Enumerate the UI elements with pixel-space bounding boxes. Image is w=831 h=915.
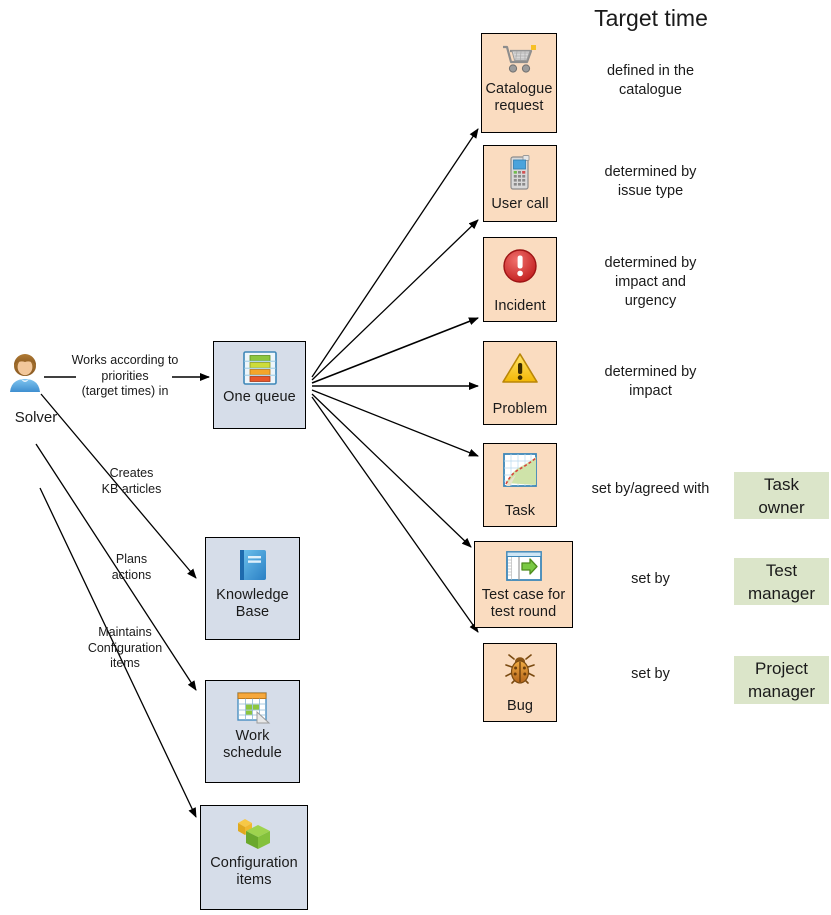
user-avatar-icon	[8, 352, 42, 392]
node-label: Catalogue request	[485, 81, 553, 114]
node-one-queue[interactable]: One queue	[213, 341, 306, 429]
diagram-canvas: Solver Works according to priorities (ta…	[0, 0, 831, 915]
node-label: Task	[504, 503, 536, 519]
node-work-schedule[interactable]: Work schedule	[205, 680, 300, 783]
edge-label-maintains-configuration-items: Maintains Configuration items	[87, 625, 163, 670]
calendar-icon	[235, 690, 271, 724]
rule-test-case: set by	[631, 571, 670, 587]
mobile-phone-icon	[507, 155, 533, 191]
yellow-warning-triangle-icon	[501, 351, 539, 385]
node-label: Work schedule	[223, 728, 282, 761]
cubes-icon	[234, 815, 274, 851]
node-user-call[interactable]: User call	[483, 145, 557, 222]
rule-task: set by/agreed with	[591, 481, 710, 497]
node-label: Problem	[492, 401, 548, 417]
arrow-one-queue-to-task	[311, 389, 479, 457]
node-knowledge-base[interactable]: Knowledge Base	[205, 537, 300, 640]
role-label: Test manager	[747, 560, 816, 603]
rule-bug: set by	[631, 666, 670, 682]
bug-icon	[503, 653, 537, 685]
edge-label-works-according-to: Works according to priorities (target ti…	[71, 353, 179, 398]
rule-incident: determined by impact and urgency	[604, 255, 697, 309]
rule-problem: determined by impact	[604, 364, 697, 399]
arrow-one-queue-to-user-call	[311, 219, 479, 381]
node-incident[interactable]: Incident	[483, 237, 557, 322]
queue-stack-icon	[242, 351, 277, 385]
role-task-owner[interactable]: Task owner	[734, 472, 829, 519]
node-label: Test case for test round	[481, 587, 566, 620]
red-exclamation-icon	[501, 247, 539, 285]
node-task[interactable]: Task	[483, 443, 557, 527]
map-task-icon	[503, 453, 537, 487]
book-icon	[235, 547, 271, 583]
node-label: Knowledge Base	[216, 587, 289, 620]
arrow-one-queue-to-test-case	[311, 393, 472, 548]
actor-label: Solver	[14, 409, 58, 426]
arrow-one-queue-to-catalogue-request	[311, 128, 479, 378]
node-label: One queue	[223, 389, 296, 405]
node-label: User call	[491, 196, 549, 212]
arrow-one-queue-to-bug	[311, 396, 479, 633]
arrow-one-queue-to-incident	[311, 317, 479, 384]
node-configuration-items[interactable]: Configuration items	[200, 805, 308, 910]
node-label: Bug	[506, 698, 534, 714]
node-label: Incident	[494, 298, 546, 314]
role-test-manager[interactable]: Test manager	[734, 558, 829, 605]
role-label: Task owner	[758, 474, 805, 517]
node-problem[interactable]: Problem	[483, 341, 557, 425]
node-test-case[interactable]: Test case for test round	[474, 541, 573, 628]
node-label: Configuration items	[210, 855, 298, 888]
page-title: Target time	[594, 5, 708, 31]
rule-user-call: determined by issue type	[604, 164, 697, 199]
edge-label-creates-kb-articles: Creates KB articles	[101, 466, 162, 496]
rule-catalogue-request: defined in the catalogue	[606, 63, 695, 98]
node-bug[interactable]: Bug	[483, 643, 557, 722]
test-run-icon	[505, 551, 542, 583]
role-project-manager[interactable]: Project manager	[734, 656, 829, 704]
role-label: Project manager	[747, 659, 816, 701]
node-catalogue-request[interactable]: Catalogue request	[481, 33, 557, 133]
arrow-layer	[35, 128, 479, 818]
edge-label-plans-actions: Plans actions	[111, 552, 152, 582]
shopping-cart-icon	[500, 43, 538, 77]
